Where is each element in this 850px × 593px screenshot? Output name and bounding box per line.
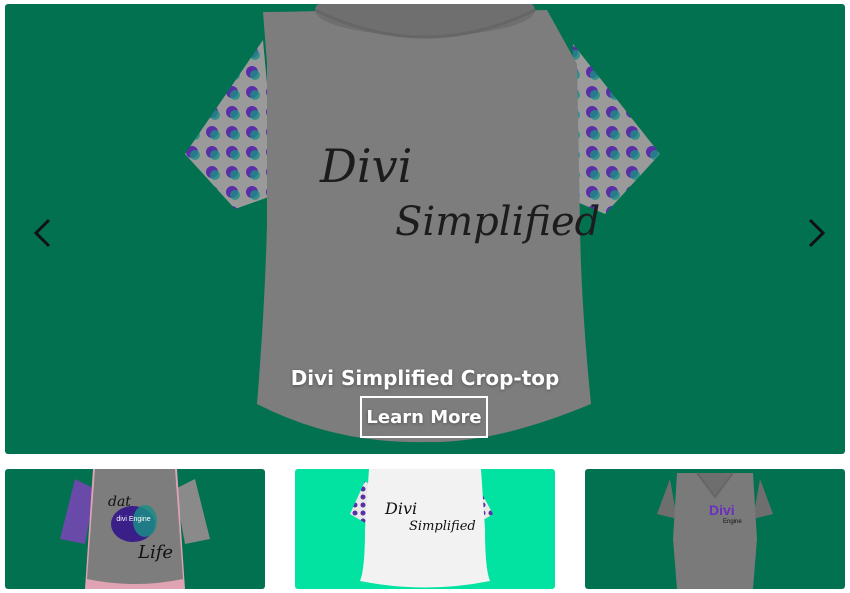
thumb2-print-line2: Simplified	[409, 519, 476, 534]
thumbnail-1[interactable]: dat divi Engine Life	[5, 469, 265, 589]
thumb1-print-top: dat	[108, 494, 131, 510]
chevron-left-icon	[33, 218, 51, 248]
next-slide-button[interactable]	[795, 209, 839, 257]
chevron-right-icon	[808, 218, 826, 248]
thumbnail-2[interactable]: Divi Simplified	[295, 469, 555, 589]
thumb1-print-badge: divi Engine	[116, 516, 151, 523]
previous-slide-button[interactable]	[20, 209, 64, 257]
thumbnail-3[interactable]: Divi Engine	[585, 469, 845, 589]
learn-more-button[interactable]: Learn More	[360, 396, 488, 438]
slider-main-slide: Divi Simplified Divi Simplified Crop-top…	[5, 4, 845, 454]
thumb1-print-bottom: Life	[138, 542, 174, 563]
thumb3-print-brand: Divi	[709, 502, 735, 518]
thumb2-print-line1: Divi	[385, 499, 418, 518]
slide-title: Divi Simplified Crop-top	[290, 366, 560, 390]
thumb3-print-small: Engine	[723, 519, 742, 525]
